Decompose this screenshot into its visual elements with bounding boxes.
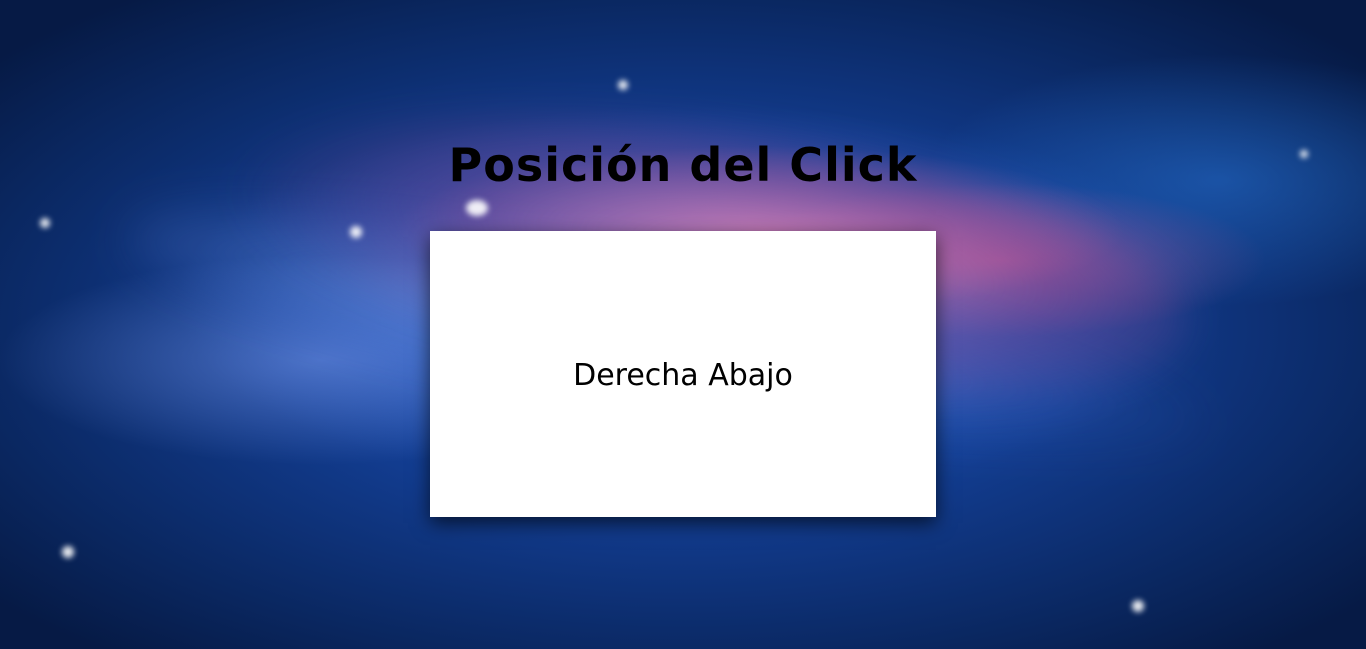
click-area[interactable]: Derecha Abajo xyxy=(430,231,936,517)
star xyxy=(62,546,74,558)
star xyxy=(618,80,628,90)
star xyxy=(466,200,488,216)
star xyxy=(40,218,50,228)
page-title: Posición del Click xyxy=(448,138,918,192)
star xyxy=(1132,600,1144,612)
click-position-label: Derecha Abajo xyxy=(573,357,793,393)
star xyxy=(350,226,362,238)
